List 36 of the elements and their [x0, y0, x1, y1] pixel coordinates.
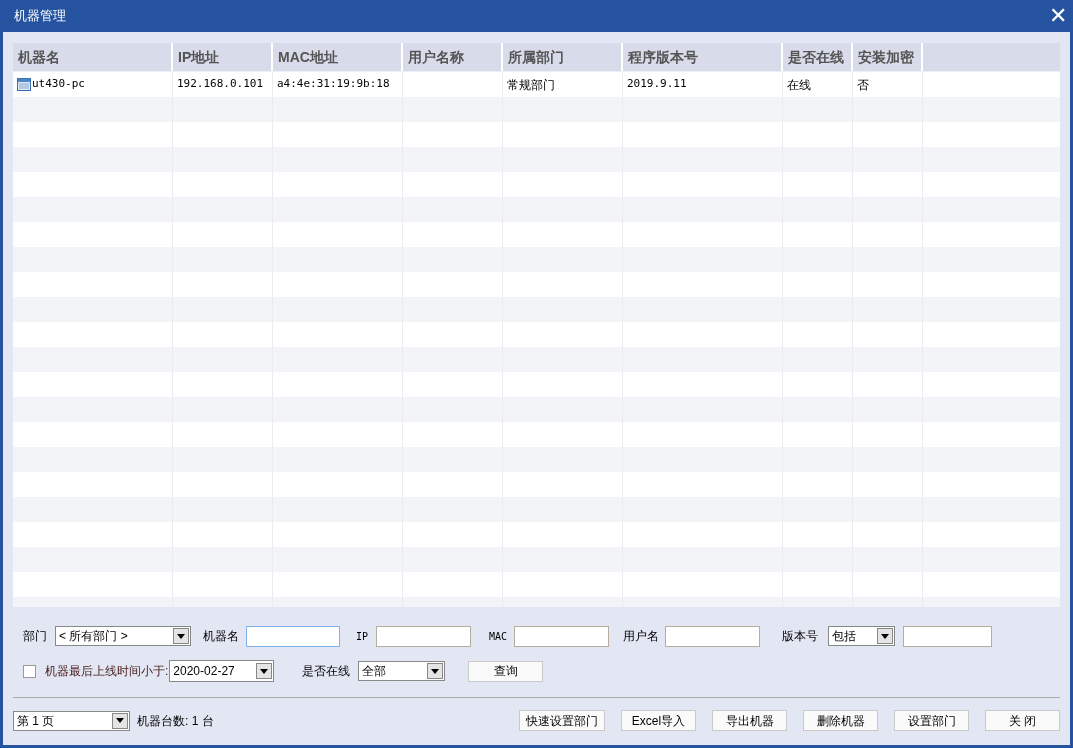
machine-count: 机器台数: 1 台: [137, 712, 214, 730]
field-label: 机器最后上线时间小于:: [45, 663, 169, 680]
user-name-field[interactable]: [665, 625, 761, 647]
action-button[interactable]: 快速设置部门: [519, 710, 605, 731]
window-title: 机器管理: [14, 7, 66, 26]
action-button[interactable]: 关 闭: [985, 710, 1060, 731]
version-mode-select[interactable]: 包括: [828, 626, 896, 646]
table-cell: 2019.9.11: [627, 76, 687, 93]
query-button[interactable]: 查询: [468, 660, 544, 682]
mac-field[interactable]: [514, 625, 610, 647]
table-cell-text: 在线: [787, 76, 811, 94]
checkbox[interactable]: [23, 664, 36, 678]
action-button[interactable]: 导出机器: [712, 710, 787, 731]
date-picker[interactable]: 2020-02-27: [169, 660, 275, 682]
ip-field[interactable]: [376, 625, 472, 647]
action-button[interactable]: 设置部门: [894, 710, 969, 731]
department-select[interactable]: < 所有部门 >: [55, 626, 191, 646]
table-cell-text: 常规部门: [507, 76, 555, 94]
field-label: 用户名: [623, 628, 660, 645]
field-label: 是否在线: [302, 663, 351, 680]
field-label: MAC: [489, 629, 508, 644]
field-label: 版本号: [782, 628, 819, 645]
version-field[interactable]: [903, 625, 993, 647]
table-cell: ut430-pc: [32, 76, 85, 93]
action-button[interactable]: 删除机器: [803, 710, 878, 731]
field-label: IP: [356, 629, 369, 644]
table-cell-text: 否: [857, 76, 869, 94]
action-button[interactable]: Excel导入: [621, 710, 696, 731]
field-label: 部门: [23, 628, 47, 645]
page-select[interactable]: 第 1 页: [13, 710, 130, 731]
machine-name-field[interactable]: [246, 625, 340, 647]
online-status-select[interactable]: 全部: [358, 661, 446, 681]
field-label: 机器名: [203, 628, 239, 645]
table-cell: a4:4e:31:19:9b:18: [277, 76, 390, 93]
table-cell: 192.168.0.101: [177, 76, 264, 93]
close-icon[interactable]: ✕: [1049, 5, 1067, 27]
